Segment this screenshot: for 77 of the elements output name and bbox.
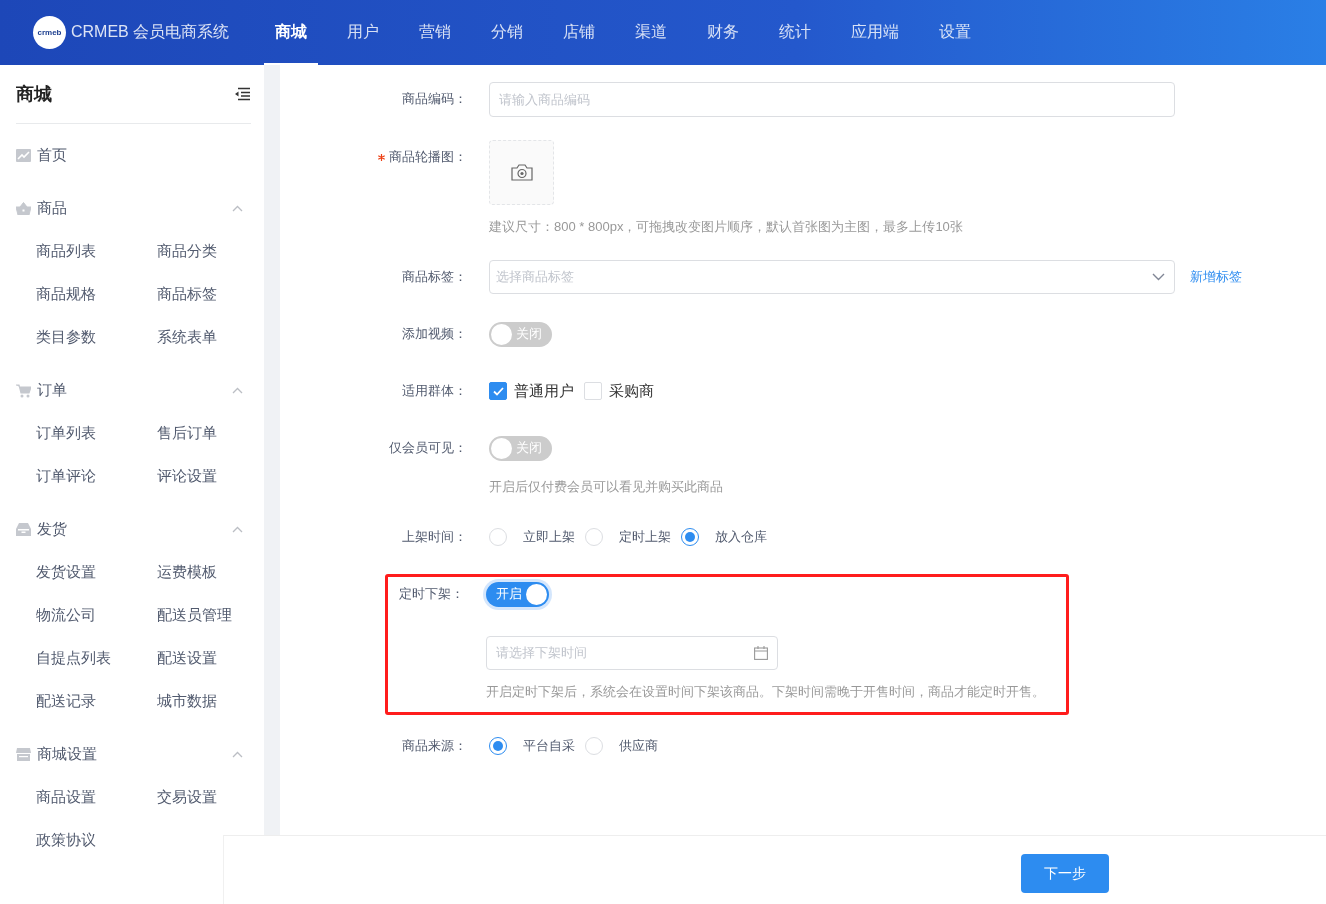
checkbox-label: 采购商 [609,381,654,401]
hint-text: 建议尺寸：800 * 800px，可拖拽改变图片顺序，默认首张图为主图，最多上传10张 [489,218,963,236]
logo: crmeb [33,16,66,49]
radio-label: 平台自采 [523,737,575,755]
sidebar-item[interactable]: 配送设置 [157,637,251,680]
field-label: 添加视频： [402,325,467,343]
brand-name: CRMEB 会员电商系统 [71,22,230,42]
radio-label: 放入仓库 [715,528,767,546]
nav-tab[interactable]: 财务 [696,0,750,65]
nav-tab[interactable]: 设置 [928,0,982,65]
sidebar-group[interactable]: 发货 [37,520,226,539]
sidebar-item[interactable]: 订单列表 [36,412,157,455]
nav-tab[interactable]: 应用端 [840,0,910,65]
store-icon [16,748,31,761]
field-label: 上架时间： [402,528,467,546]
hint-text: 开启定时下架后，系统会在设置时间下架该商品。下架时间需晚于开售时间，商品才能定时开售。 [486,683,1045,701]
nav-tab[interactable]: 统计 [768,0,822,65]
sidebar-title: 商城 [16,83,52,106]
sidebar-item[interactable]: 配送员管理 [157,594,251,637]
sidebar-item[interactable]: 系统表单 [157,316,251,359]
chevron-icon [232,205,243,212]
sidebar-item[interactable]: 商品分类 [157,230,251,273]
nav-tab[interactable]: 店铺 [552,0,606,65]
field-label: 商品轮播图： [389,148,467,166]
sidebar-item[interactable]: 类目参数 [36,316,157,359]
chevron-icon [232,526,243,533]
checkbox-label: 普通用户 [514,381,574,401]
basket-icon [16,202,31,215]
sidebar-item[interactable]: 发货设置 [36,551,157,594]
sidebar-item[interactable]: 评论设置 [157,455,251,498]
sidebar-item[interactable]: 运费模板 [157,551,251,594]
camera-icon [510,164,533,181]
sidebar-item[interactable]: 物流公司 [36,594,157,637]
radio-label: 立即上架 [523,528,575,546]
nav-tab[interactable]: 营销 [408,0,462,65]
field-label: 商品编码： [402,90,467,108]
collapse-menu-icon[interactable] [234,87,251,101]
sidebar-group[interactable]: 订单 [37,381,226,400]
chart-icon [16,149,31,162]
sidebar-group[interactable]: 商城设置 [37,745,226,764]
sidebar-item[interactable]: 订单评论 [36,455,157,498]
field-label: 定时下架： [399,585,464,603]
sidebar-item[interactable]: 商品列表 [36,230,157,273]
nav-tab[interactable]: 用户 [336,0,390,65]
radio-label: 定时上架 [619,528,671,546]
radio-button[interactable] [681,528,699,546]
checkbox[interactable] [489,382,507,400]
nav-tab[interactable]: 分销 [480,0,534,65]
chevron-down-icon [1152,273,1165,281]
sidebar-item[interactable]: 商品规格 [36,273,157,316]
sidebar-item[interactable]: 售后订单 [157,412,251,455]
sidebar-group[interactable]: 商品 [37,199,226,218]
sidebar-item[interactable]: 交易设置 [157,776,251,819]
radio-label: 供应商 [619,737,658,755]
chevron-icon [232,387,243,394]
sidebar-item[interactable]: 商品设置 [36,776,157,819]
field-label: 商品来源： [402,737,467,755]
add-tag-link[interactable]: 新增标签 [1190,268,1242,286]
tray-icon [16,523,31,536]
chevron-icon [232,751,243,758]
text-field[interactable]: 请输入商品编码 [489,82,1175,117]
check-icon [492,386,504,396]
sidebar-item[interactable]: 首页 [37,146,251,165]
sidebar-item[interactable]: 城市数据 [157,680,251,723]
nav-tab[interactable]: 渠道 [624,0,678,65]
field-label: 适用群体： [402,382,467,400]
sidebar-item[interactable]: 商品标签 [157,273,251,316]
calendar-icon [754,646,768,660]
field-label: 仅会员可见： [389,439,467,457]
cart-icon [16,383,31,398]
sidebar-item[interactable]: 自提点列表 [36,637,157,680]
field-label: 商品标签： [402,268,467,286]
hint-text: 开启后仅付费会员可以看见并购买此商品 [489,478,723,496]
sidebar-item[interactable]: 政策协议 [36,819,157,862]
image-upload-box[interactable] [489,140,554,205]
radio-button[interactable] [489,737,507,755]
sidebar-item[interactable]: 配送记录 [36,680,157,723]
